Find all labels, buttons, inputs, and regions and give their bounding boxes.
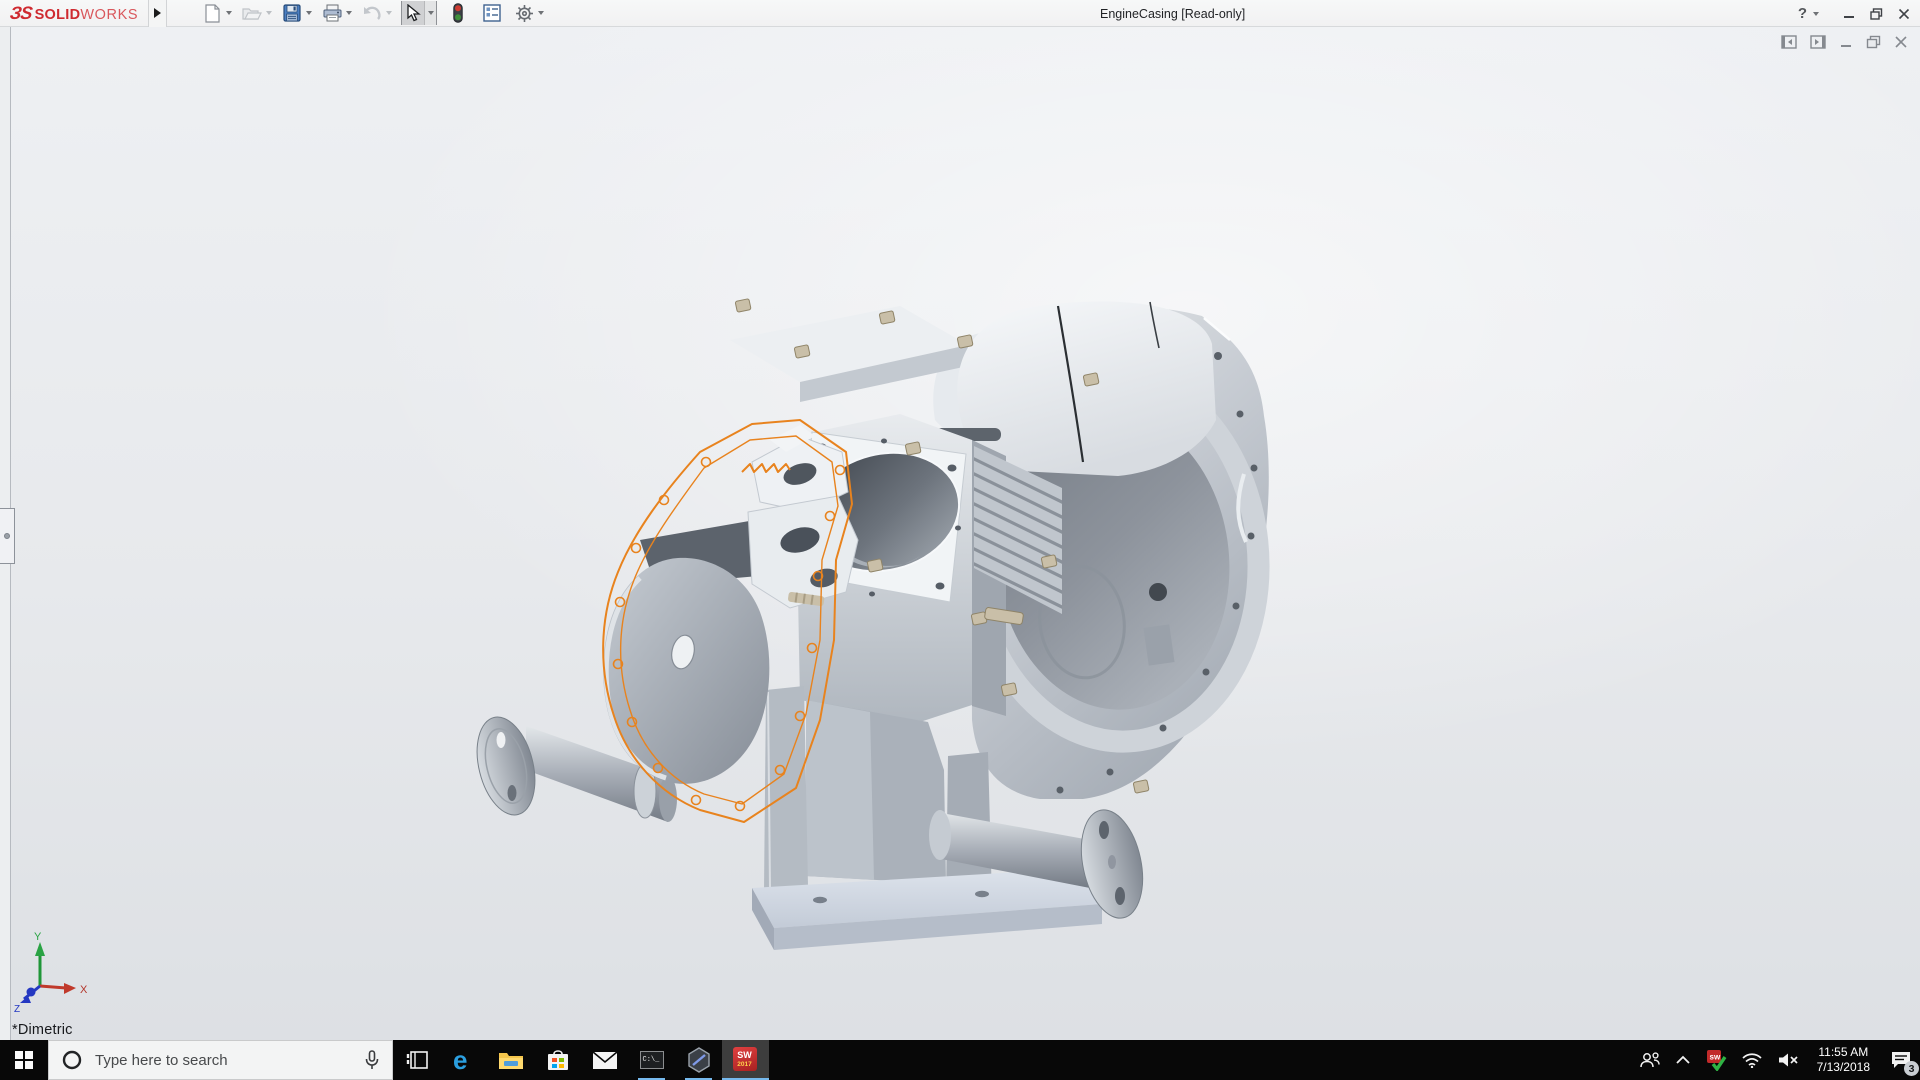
save-dropdown[interactable]	[303, 1, 315, 25]
store-button[interactable]	[534, 1040, 581, 1080]
save-button[interactable]	[281, 1, 303, 25]
quick-toolbar	[201, 1, 553, 25]
help-button[interactable]: ?	[1798, 5, 1807, 22]
new-document-icon	[204, 3, 220, 23]
brand-works: WORKS	[80, 6, 139, 23]
select-button[interactable]	[402, 1, 424, 25]
taskbar-search[interactable]: Type here to search	[48, 1040, 393, 1080]
selection-filter-button[interactable]	[447, 1, 469, 25]
brand-solid: SOLID	[34, 6, 81, 23]
model-canvas[interactable]: Y X Z	[0, 27, 1920, 1040]
taskbar-apps: e C:\_ SW 2017	[393, 1040, 769, 1080]
doc-restore-button[interactable]	[1866, 35, 1881, 49]
print-dropdown[interactable]	[343, 1, 355, 25]
options-gear-icon	[515, 4, 533, 22]
tray-overflow-chevron-icon[interactable]	[1675, 1055, 1691, 1065]
solidworks-swoosh-icon: ЗS	[8, 2, 34, 23]
expand-arrow-icon	[154, 8, 161, 18]
command-prompt-icon: C:\_	[639, 1051, 664, 1069]
new-document-dropdown[interactable]	[223, 1, 235, 25]
volume-muted-icon[interactable]	[1777, 1052, 1799, 1068]
undo-dropdown[interactable]	[383, 1, 395, 25]
graphics-viewport[interactable]: Y X Z *Dimetric	[0, 27, 1920, 1040]
print-button[interactable]	[321, 1, 343, 25]
document-window-controls	[1781, 35, 1908, 49]
command-prompt-button[interactable]: C:\_	[628, 1040, 675, 1080]
svg-text:e: e	[453, 1047, 467, 1073]
triad-y-label: Y	[34, 931, 42, 943]
clock-time: 11:55 AM	[1818, 1045, 1869, 1059]
minimize-button[interactable]	[1843, 8, 1855, 20]
network-wifi-icon[interactable]	[1741, 1052, 1763, 1068]
open-button[interactable]	[241, 1, 263, 25]
options-dropdown[interactable]	[535, 1, 547, 25]
doc-close-button[interactable]	[1894, 35, 1908, 49]
cortana-icon	[62, 1050, 82, 1070]
open-icon	[242, 8, 262, 20]
triad-x-label: X	[80, 984, 88, 996]
window-title: EngineCasing [Read-only]	[1100, 6, 1246, 21]
pane-collapse-left-button[interactable]	[1781, 35, 1797, 49]
mail-icon	[591, 1050, 618, 1069]
microsoft-edge-icon: e	[453, 1047, 467, 1073]
solidworks-app-button[interactable]: SW 2017	[722, 1040, 769, 1080]
doc-minimize-button[interactable]	[1839, 35, 1853, 49]
select-dropdown[interactable]	[424, 1, 436, 25]
solidworks-tray-icon[interactable]: sw	[1705, 1049, 1727, 1071]
mail-button[interactable]	[581, 1040, 628, 1080]
windows-logo-icon	[15, 1051, 33, 1069]
tab-grip-icon	[4, 533, 10, 539]
triad-z-label: Z	[14, 1004, 20, 1015]
svg-text:sw: sw	[1709, 1053, 1720, 1062]
action-center-button[interactable]: 3	[1888, 1047, 1919, 1076]
print-icon	[323, 4, 341, 22]
feature-manager-expand-tab[interactable]	[0, 508, 15, 564]
menu-expand-button[interactable]	[148, 0, 167, 27]
select-tool-group	[401, 1, 437, 25]
new-document-button[interactable]	[201, 1, 223, 25]
select-cursor-icon	[406, 4, 421, 22]
people-icon[interactable]	[1639, 1051, 1661, 1069]
pane-expand-right-button[interactable]	[1810, 35, 1826, 49]
task-pane-button[interactable]	[481, 1, 503, 25]
solidworks-logo: ЗS SOLID WORKS	[0, 3, 148, 24]
taskbar-clock[interactable]: 11:55 AM 7/13/2018	[1813, 1045, 1874, 1075]
selection-filter-icon	[453, 3, 463, 23]
open-dropdown[interactable]	[263, 1, 275, 25]
microphone-icon[interactable]	[365, 1050, 379, 1070]
windows-taskbar: Type here to search e C:\_ SW 2017 sw 11…	[0, 1040, 1920, 1080]
microsoft-store-icon	[547, 1050, 568, 1070]
task-view-button[interactable]	[393, 1040, 440, 1080]
view-orientation-label: *Dimetric	[12, 1022, 73, 1038]
solidworks-2017-icon: SW 2017	[732, 1047, 759, 1073]
engine-casing-model[interactable]	[468, 298, 1277, 950]
titlebar: ЗS SOLID WORKS EngineCasing [Read-only] …	[0, 0, 1920, 27]
notification-badge: 3	[1904, 1061, 1919, 1076]
save-icon	[283, 4, 301, 22]
system-tray: sw 11:55 AM 7/13/2018 3	[1639, 1040, 1920, 1080]
task-view-icon	[406, 1051, 428, 1069]
edge-button[interactable]: e	[440, 1040, 487, 1080]
sw-cube-year: 2017	[737, 1061, 752, 1068]
orientation-triad: Y X Z	[14, 931, 88, 1015]
file-explorer-button[interactable]	[487, 1040, 534, 1080]
undo-icon	[364, 6, 381, 20]
hexagon-app-icon	[687, 1047, 710, 1073]
close-button[interactable]	[1898, 8, 1910, 20]
sw-cube-letters: SW	[737, 1050, 752, 1060]
start-button[interactable]	[0, 1040, 48, 1080]
file-explorer-icon	[498, 1053, 523, 1069]
restore-button[interactable]	[1870, 7, 1883, 20]
options-button[interactable]	[513, 1, 535, 25]
undo-button[interactable]	[361, 1, 383, 25]
hexagon-app-button[interactable]	[675, 1040, 722, 1080]
search-placeholder: Type here to search	[95, 1051, 228, 1069]
help-dropdown[interactable]	[1810, 2, 1822, 26]
window-controls: ?	[1798, 0, 1910, 27]
clock-date: 7/13/2018	[1816, 1060, 1870, 1074]
task-pane-icon	[483, 4, 501, 22]
